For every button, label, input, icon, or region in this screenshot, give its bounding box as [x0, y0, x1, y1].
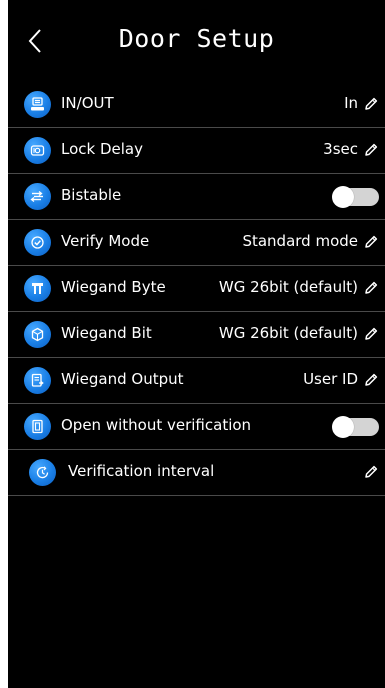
page-title: Door Setup — [118, 24, 275, 53]
in-out-value: In — [344, 94, 358, 112]
pencil-icon[interactable] — [363, 372, 379, 388]
pencil-icon[interactable] — [363, 326, 379, 342]
door-setup-screen: Door Setup IN/OUT In Lock Delay 3sec Bis… — [8, 0, 385, 688]
bistable-toggle[interactable] — [332, 186, 379, 208]
bistable-icon — [24, 183, 51, 210]
wiegand-byte-value: WG 26bit (default) — [218, 278, 358, 296]
pencil-icon[interactable] — [363, 464, 379, 480]
pencil-icon[interactable] — [363, 142, 379, 158]
wiegand-output-label: Wiegand Output — [61, 370, 184, 388]
wiegand-bit-icon — [24, 321, 51, 348]
verify-mode-value: Standard mode — [242, 232, 358, 250]
open-without-verification-toggle[interactable] — [332, 416, 379, 438]
verification-interval-label: Verification interval — [68, 462, 215, 480]
wiegand-byte-icon — [24, 275, 51, 302]
wiegand-bit-label: Wiegand Bit — [61, 324, 152, 342]
wiegand-output-icon — [24, 367, 51, 394]
pencil-icon[interactable] — [363, 280, 379, 296]
lock-delay-value: 3sec — [323, 140, 358, 158]
lock-delay-label: Lock Delay — [61, 140, 143, 158]
row-wiegand-bit[interactable]: Wiegand Bit WG 26bit (default) — [8, 312, 385, 358]
wiegand-bit-value: WG 26bit (default) — [218, 324, 358, 342]
in-out-icon — [24, 91, 51, 118]
verification-interval-icon — [29, 459, 56, 486]
row-bistable: Bistable — [8, 174, 385, 220]
wiegand-byte-label: Wiegand Byte — [61, 278, 166, 296]
row-in-out[interactable]: IN/OUT In — [8, 82, 385, 128]
header: Door Setup — [8, 0, 385, 82]
row-wiegand-byte[interactable]: Wiegand Byte WG 26bit (default) — [8, 266, 385, 312]
row-open-without-verification: Open without verification — [8, 404, 385, 450]
row-verify-mode[interactable]: Verify Mode Standard mode — [8, 220, 385, 266]
row-verification-interval[interactable]: Verification interval — [8, 450, 385, 496]
open-without-verification-label: Open without verification — [61, 416, 252, 434]
pencil-icon[interactable] — [363, 96, 379, 112]
row-lock-delay[interactable]: Lock Delay 3sec — [8, 128, 385, 174]
bistable-label: Bistable — [61, 186, 122, 204]
settings-list: IN/OUT In Lock Delay 3sec Bistable Verif… — [8, 82, 385, 496]
open-without-verification-icon — [24, 413, 51, 440]
pencil-icon[interactable] — [363, 234, 379, 250]
toggle-knob — [332, 186, 354, 208]
toggle-knob — [332, 416, 354, 438]
row-wiegand-output[interactable]: Wiegand Output User ID — [8, 358, 385, 404]
wiegand-output-value: User ID — [303, 370, 358, 388]
lock-delay-icon — [24, 137, 51, 164]
verify-mode-label: Verify Mode — [61, 232, 150, 250]
verify-mode-icon — [24, 229, 51, 256]
in-out-label: IN/OUT — [61, 94, 114, 112]
